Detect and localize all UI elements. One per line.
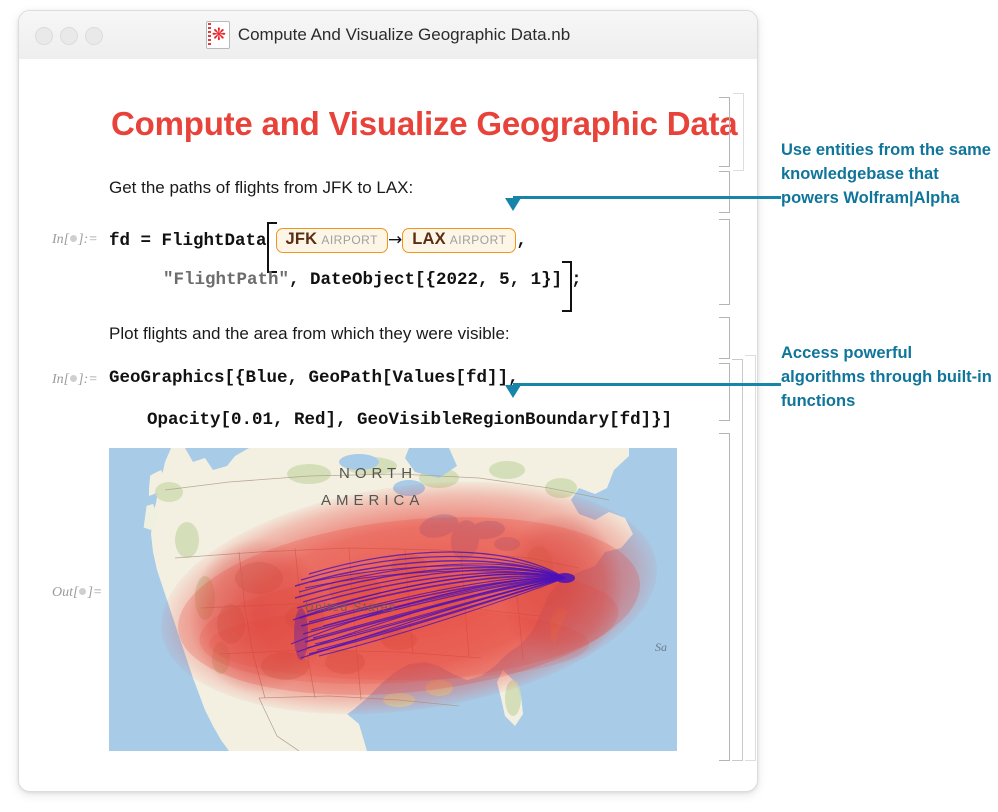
open-bracket-icon bbox=[266, 221, 277, 272]
out-dot-icon bbox=[79, 588, 87, 595]
in-label-2: In[]:= bbox=[52, 372, 98, 387]
text-cell-1: Get the paths of flights from JFK to LAX… bbox=[109, 178, 414, 197]
code-semicolon: ; bbox=[571, 270, 582, 290]
map-label-america: AMERICA bbox=[321, 492, 424, 509]
in-label-1: In[]:= bbox=[52, 232, 98, 247]
map-svg: NORTH AMERICA United States Sa bbox=[109, 448, 677, 751]
cell-bracket-group-inout[interactable] bbox=[732, 359, 743, 761]
annotation-arrowhead-2 bbox=[505, 385, 521, 398]
map-label-united-states: United States bbox=[305, 600, 397, 614]
cell-bracket-output[interactable] bbox=[719, 433, 730, 761]
window-title: Compute And Visualize Geographic Data.nb bbox=[237, 25, 571, 44]
annotation-leader-line-1 bbox=[513, 196, 781, 199]
wolfram-spikey-icon: ❋ bbox=[211, 25, 226, 44]
notebook-content: Compute and Visualize Geographic Data Ge… bbox=[19, 59, 757, 791]
lax-convergence-point bbox=[294, 608, 308, 660]
annotation-entities: Use entities from the same knowledgebase… bbox=[781, 141, 991, 207]
page-title: Compute and Visualize Geographic Data bbox=[111, 105, 738, 142]
entity-box-jfk[interactable]: JFK AIRPORT bbox=[275, 228, 388, 254]
annotation-algorithms: Access powerful algorithms through built… bbox=[781, 344, 992, 410]
input-cell-1-line2[interactable]: "FlightPath", DateObject[{2022, 5, 1}]; bbox=[163, 260, 582, 311]
text-cell-2: Plot flights and the area from which the… bbox=[109, 324, 510, 343]
window-title-group: ❋ Compute And Visualize Geographic Data.… bbox=[19, 11, 757, 59]
window-titlebar[interactable]: ❋ Compute And Visualize Geographic Data.… bbox=[19, 11, 757, 60]
in-dot-icon bbox=[70, 235, 78, 242]
entity-name: LAX bbox=[412, 230, 446, 248]
cell-bracket-input-2[interactable] bbox=[719, 363, 730, 421]
cell-bracket-input-1[interactable] bbox=[719, 219, 730, 305]
cell-bracket-title[interactable] bbox=[719, 97, 730, 167]
wolfram-notebook-icon: ❋ bbox=[205, 21, 230, 49]
cell-bracket-notebook[interactable] bbox=[745, 355, 756, 761]
jfk-convergence-point bbox=[555, 573, 575, 583]
entity-type: AIRPORT bbox=[321, 233, 378, 247]
code-comma: , bbox=[516, 231, 527, 251]
annotation-leader-line-2 bbox=[513, 383, 781, 386]
code-string: "FlightPath" bbox=[163, 270, 290, 290]
notebook-window: ❋ Compute And Visualize Geographic Data.… bbox=[18, 10, 758, 792]
cell-bracket-text-1[interactable] bbox=[719, 171, 730, 213]
entity-box-lax[interactable]: LAX AIRPORT bbox=[402, 228, 517, 254]
map-label-sargasso: Sa bbox=[655, 640, 667, 654]
code-text: , DateObject[{2022, 5, 1}] bbox=[289, 270, 563, 290]
input-cell-2-line1[interactable]: GeoGraphics[{Blue, GeoPath[Values[fd]], bbox=[109, 368, 519, 388]
geo-graphics-output[interactable]: NORTH AMERICA United States Sa bbox=[109, 448, 677, 751]
code-text: fd = FlightData bbox=[109, 231, 267, 251]
annotation-arrowhead-1 bbox=[505, 198, 521, 211]
notebook-body: Compute and Visualize Geographic Data Ge… bbox=[19, 59, 757, 791]
cell-bracket-group-title[interactable] bbox=[733, 93, 744, 171]
map-label-north: NORTH bbox=[339, 465, 417, 482]
input-cell-2-line2[interactable]: Opacity[0.01, Red], GeoVisibleRegionBoun… bbox=[147, 410, 672, 430]
input-cell-1-line1[interactable]: fd = FlightData JFK AIRPORT → LAX AIRPORT, bbox=[109, 221, 527, 272]
rule-arrow-icon: → bbox=[387, 230, 403, 250]
cell-bracket-text-2[interactable] bbox=[719, 317, 730, 359]
entity-name: JFK bbox=[285, 230, 318, 248]
close-bracket-icon bbox=[562, 260, 573, 311]
out-label: Out[]= bbox=[52, 585, 103, 600]
in-dot-icon bbox=[70, 375, 78, 382]
entity-type: AIRPORT bbox=[449, 233, 507, 247]
